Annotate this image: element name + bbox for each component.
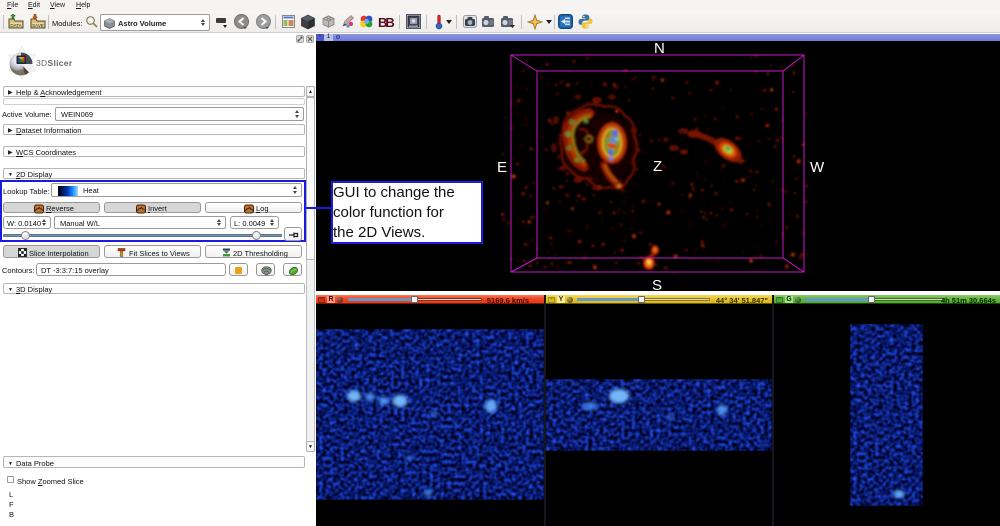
svg-text:N: N [654,40,665,57]
svg-text:W: W [810,159,825,176]
svg-text:E: E [497,159,507,176]
svg-text:DATA: DATA [10,23,21,28]
svg-text:Z: Z [653,158,662,175]
svg-text:SAVE: SAVE [32,23,44,28]
svg-text:S: S [652,277,662,291]
